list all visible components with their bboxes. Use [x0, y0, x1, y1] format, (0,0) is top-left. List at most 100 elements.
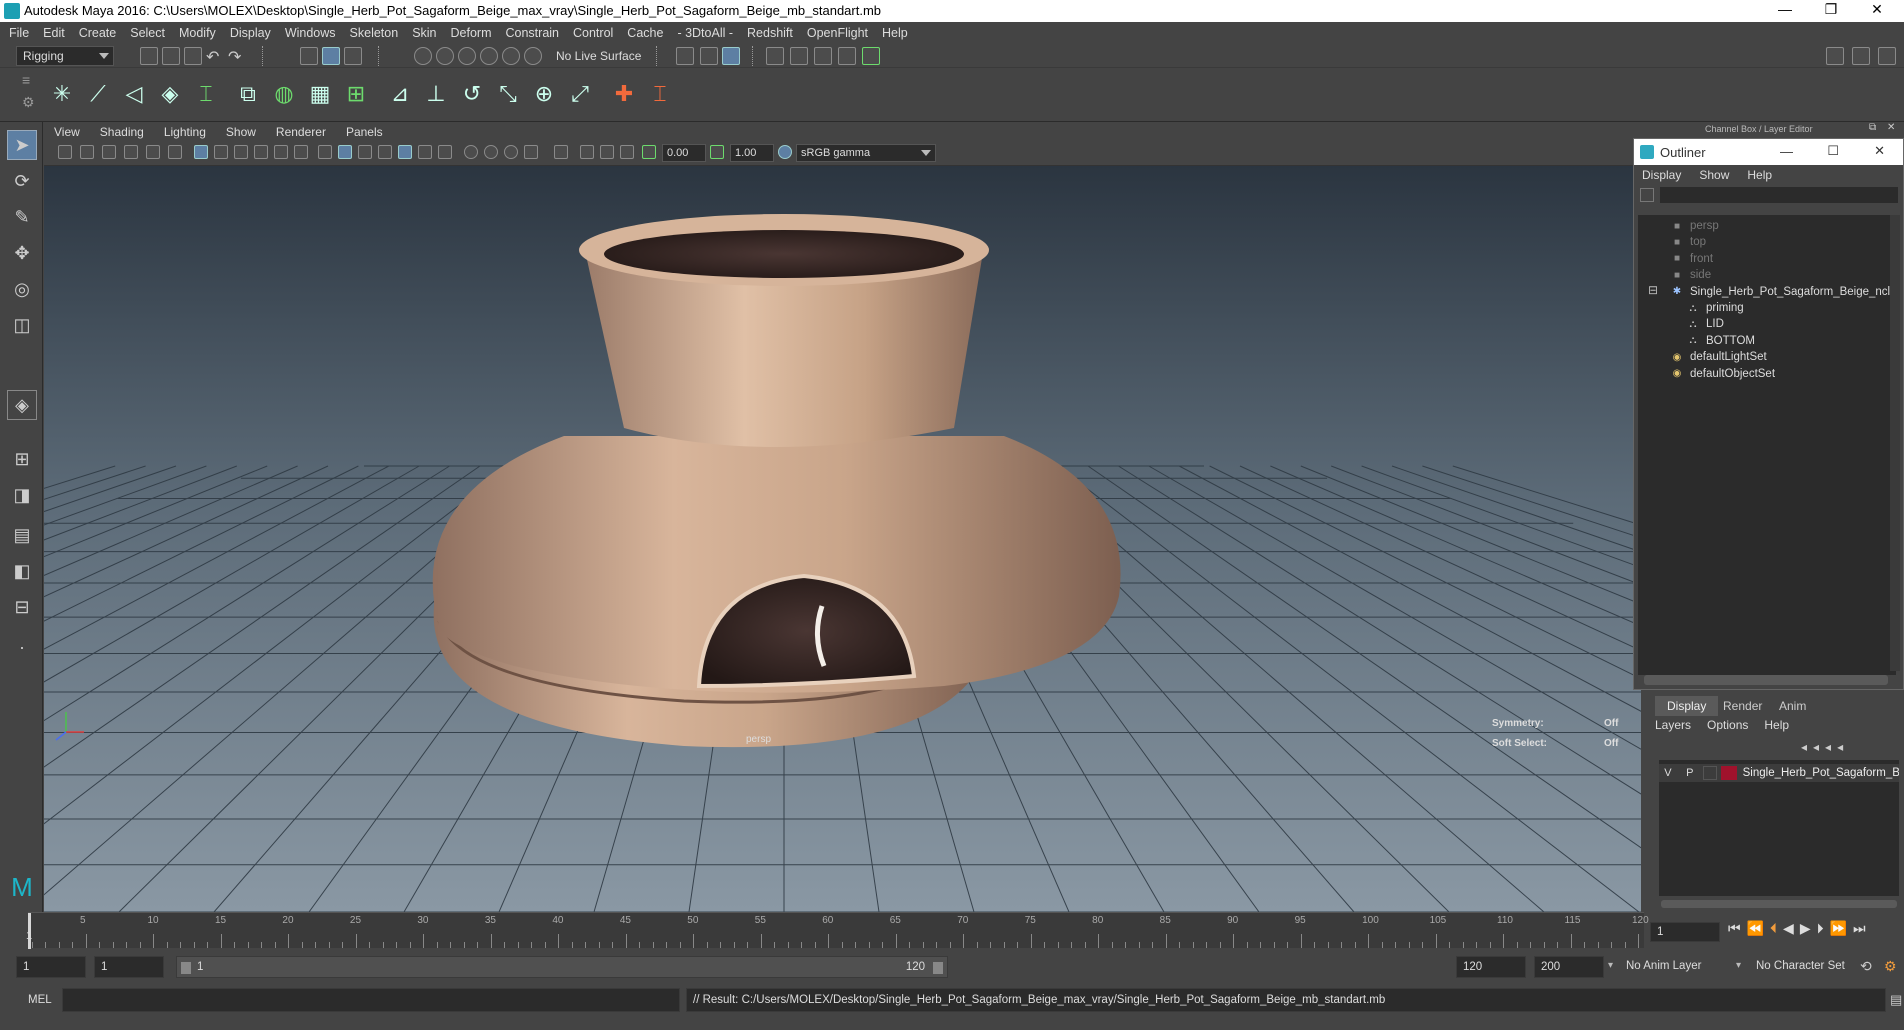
layer-tab-display[interactable]: Display — [1655, 696, 1719, 716]
menu-edit[interactable]: Edit — [43, 26, 65, 40]
film-gate-icon[interactable] — [214, 145, 228, 159]
viewport-menu-shading[interactable]: Shading — [100, 125, 144, 139]
menu-openflight[interactable]: OpenFlight — [807, 26, 868, 40]
menu-create[interactable]: Create — [79, 26, 117, 40]
character-set-dropdown[interactable]: No Character Set — [1756, 960, 1845, 972]
menu-skin[interactable]: Skin — [412, 26, 436, 40]
camera-attributes-icon[interactable] — [80, 145, 94, 159]
redo-icon[interactable]: ↷ — [228, 47, 246, 66]
attribute-editor-toggle-icon[interactable] — [1878, 47, 1896, 65]
menu-windows[interactable]: Windows — [285, 26, 336, 40]
outliner-item[interactable]: ⛬ priming — [1686, 299, 1744, 317]
render-view-icon[interactable] — [766, 47, 784, 65]
field-chart-icon[interactable] — [274, 145, 288, 159]
range-slider[interactable]: 1 120 — [176, 956, 948, 978]
outliner-item[interactable]: ◉ defaultObjectSet — [1670, 365, 1775, 383]
gate-mask-icon[interactable] — [254, 145, 268, 159]
script-editor-icon[interactable]: ▤ — [1890, 992, 1902, 1008]
herb-pot-model[interactable] — [432, 214, 1121, 748]
render-settings-icon[interactable] — [838, 47, 856, 65]
menu-constrain[interactable]: Constrain — [506, 26, 560, 40]
menu-deform[interactable]: Deform — [451, 26, 492, 40]
layer-type-toggle[interactable] — [1702, 766, 1717, 780]
anim-layer-dropdown[interactable]: No Anim Layer — [1626, 960, 1701, 972]
bookmark-icon[interactable] — [102, 145, 116, 159]
layer-buttons[interactable]: ◂◂◂◂ — [1801, 740, 1849, 754]
ik-spline-icon[interactable]: ◁ — [118, 78, 150, 110]
exposure-icon[interactable] — [642, 145, 656, 159]
anim-layer-chevron-icon[interactable]: ▾ — [1608, 960, 1613, 971]
render-frame-icon[interactable] — [790, 47, 808, 65]
playback-end-field[interactable]: 120 — [1456, 956, 1526, 978]
snap-surface-icon[interactable] — [502, 47, 520, 65]
menu-3dtoall[interactable]: - 3DtoAll - — [677, 26, 733, 40]
scale-constraint-icon[interactable]: ⤡ — [492, 78, 524, 110]
smooth-bind-icon[interactable]: ◍ — [268, 78, 300, 110]
snap-grid-icon[interactable] — [414, 47, 432, 65]
outliner-menu-help[interactable]: Help — [1747, 168, 1772, 182]
select-object-icon[interactable] — [322, 47, 340, 65]
select-hierarchy-icon[interactable] — [300, 47, 318, 65]
hypershade-icon[interactable] — [862, 47, 880, 65]
menu-skeleton[interactable]: Skeleton — [350, 26, 399, 40]
history-toggle-icon[interactable] — [722, 47, 740, 65]
input-ops-icon[interactable] — [676, 47, 694, 65]
menu-control[interactable]: Control — [573, 26, 613, 40]
save-scene-icon[interactable] — [184, 47, 202, 65]
menu-file[interactable]: File — [9, 26, 29, 40]
menu-cache[interactable]: Cache — [627, 26, 663, 40]
restore-button[interactable]: ❐ — [1808, 1, 1854, 21]
outliner-item[interactable]: ■ top — [1670, 233, 1706, 251]
channel-box-toggle-icon[interactable] — [1852, 47, 1870, 65]
go-to-start-icon[interactable]: ⏮ — [1728, 920, 1741, 937]
snap-view-plane-icon[interactable] — [480, 47, 498, 65]
current-frame-field[interactable]: 1 — [1650, 922, 1720, 942]
go-to-end-icon[interactable]: ⏭ — [1853, 920, 1866, 937]
outliner-item[interactable]: ⛬ BOTTOM — [1686, 332, 1755, 350]
menu-redshift[interactable]: Redshift — [747, 26, 793, 40]
step-back-icon[interactable]: ⏪ — [1747, 920, 1764, 937]
grease-pencil-icon[interactable] — [168, 145, 182, 159]
aim-constraint-icon[interactable]: ⊥ — [420, 78, 452, 110]
color-management-icon[interactable] — [778, 145, 792, 159]
outliner-item[interactable]: ◉ defaultLightSet — [1670, 348, 1767, 366]
depth-of-field-icon[interactable] — [524, 145, 538, 159]
resolution-gate-icon[interactable] — [234, 145, 248, 159]
two-pane-layout-icon[interactable]: ◨ — [7, 480, 37, 510]
viewport-menu-lighting[interactable]: Lighting — [164, 125, 206, 139]
locator-icon[interactable]: ✚ — [608, 78, 640, 110]
outliner-item[interactable]: ■ side — [1670, 266, 1711, 284]
persp-outliner-layout-icon[interactable]: ▤ — [7, 520, 37, 550]
joint-tool-icon[interactable]: ✳ — [46, 78, 78, 110]
close-panel-icon[interactable]: ✕ — [1887, 122, 1895, 133]
textured-icon[interactable] — [378, 145, 392, 159]
cluster-icon[interactable]: ⊞ — [340, 78, 372, 110]
viewport-persp[interactable]: persp Symmetry: Off Soft Select: Off — [44, 166, 1641, 912]
paint-select-icon[interactable]: ✎ — [7, 202, 37, 232]
outliner-close-button[interactable]: ✕ — [1874, 143, 1885, 159]
anti-aliasing-icon[interactable] — [504, 145, 518, 159]
default-lighting-icon[interactable] — [358, 145, 372, 159]
layer-scrollbar[interactable] — [1661, 900, 1897, 908]
outliner-menu-display[interactable]: Display — [1642, 168, 1681, 182]
playback-start-field[interactable]: 1 — [94, 956, 164, 978]
lattice-icon[interactable]: ▦ — [304, 78, 336, 110]
range-start-handle[interactable] — [181, 962, 191, 974]
single-pane-layout-icon[interactable]: ◈ — [7, 390, 37, 420]
snap-curve-icon[interactable] — [436, 47, 454, 65]
outliner-search-input[interactable] — [1660, 187, 1898, 203]
2d-pan-icon[interactable] — [146, 145, 160, 159]
viewport-menu-show[interactable]: Show — [226, 125, 256, 139]
workspace-icon[interactable] — [1826, 47, 1844, 65]
collapse-toggle-icon[interactable]: ⊟ — [1648, 283, 1658, 297]
layer-visibility-toggle[interactable]: V — [1659, 767, 1677, 779]
exposure-field[interactable]: 0.00 — [662, 144, 706, 162]
construction-history-icon[interactable] — [700, 47, 718, 65]
snap-live-icon[interactable] — [524, 47, 542, 65]
select-tool-icon[interactable]: ➤ — [7, 130, 37, 160]
xray-active-icon[interactable] — [600, 145, 614, 159]
layer-menu-help[interactable]: Help — [1764, 718, 1789, 732]
use-all-lights-icon[interactable] — [418, 145, 432, 159]
snap-point-icon[interactable] — [458, 47, 476, 65]
safe-action-icon[interactable] — [294, 145, 308, 159]
